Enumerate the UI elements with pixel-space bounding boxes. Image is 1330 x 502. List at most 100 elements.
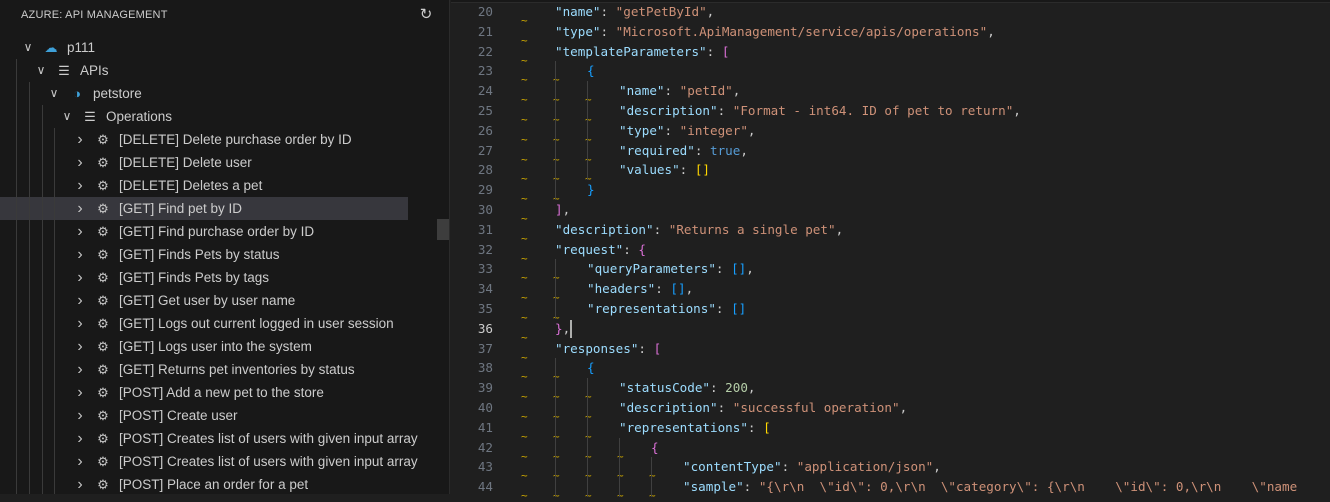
code-token: "type" — [555, 23, 601, 39]
chevron-right-icon[interactable]: › — [73, 473, 87, 494]
code-token: , — [747, 380, 756, 396]
code-token: "responses" — [555, 340, 639, 356]
code-line[interactable]: "contentType": "application/json", — [683, 457, 941, 477]
chevron-down-icon[interactable]: ∨ — [47, 82, 61, 105]
whitespace-warning-squiggle: ~ — [521, 390, 528, 404]
tree-item[interactable]: ∨ ☁ p111 — [0, 36, 408, 59]
code-token: [] — [731, 261, 747, 277]
tree-item[interactable]: › ⚙ [GET] Find pet by ID — [0, 197, 408, 220]
chevron-right-icon[interactable]: › — [73, 243, 87, 266]
code-line[interactable]: "type": "integer", — [619, 121, 756, 141]
code-line[interactable]: "responses": [ — [555, 339, 661, 359]
line-number: 42 — [477, 439, 493, 455]
gears-icon: ⚙ — [97, 247, 109, 262]
chevron-right-icon[interactable]: › — [73, 358, 87, 381]
whitespace-warning-squiggle: ~ — [585, 390, 592, 404]
whitespace-warning-squiggle: ~ — [521, 53, 528, 67]
line-number: 35 — [477, 301, 493, 316]
gears-icon: ⚙ — [97, 201, 109, 216]
sidebar-scrollbar-thumb[interactable] — [437, 219, 449, 240]
whitespace-warning-squiggle: ~ — [585, 93, 592, 107]
code-token: , — [899, 400, 908, 415]
code-token: "headers" — [587, 281, 656, 297]
code-line[interactable]: "type": "Microsoft.ApiManagement/service… — [555, 22, 995, 42]
cloud-service-icon: ☁ — [44, 40, 58, 55]
tree-item[interactable]: › ⚙ [GET] Returns pet inventories by statu… — [0, 358, 408, 381]
chevron-right-icon[interactable]: › — [73, 289, 87, 312]
tree-item[interactable]: › ⚙ [POST] Create user — [0, 404, 408, 427]
chevron-right-icon[interactable]: › — [73, 266, 87, 289]
tree-item[interactable]: › ⚙ [POST] Creates list of users with give… — [0, 450, 417, 473]
whitespace-warning-squiggle: ~ — [585, 449, 592, 463]
code-line[interactable]: "queryParameters": [], — [587, 259, 754, 279]
whitespace-warning-squiggle: ~ — [649, 489, 656, 502]
chevron-right-icon[interactable]: › — [73, 312, 87, 335]
code-line[interactable]: "description": "Format - int64. ID of pe… — [619, 101, 1021, 121]
chevron-down-icon[interactable]: ∨ — [34, 59, 48, 82]
code-line[interactable]: "representations": [] — [587, 299, 746, 319]
code-editor[interactable]: 20 ~ "name": "getPetById", 21 ~ "type": "Micr… — [451, 0, 1330, 501]
code-line[interactable]: { — [651, 438, 659, 458]
tree-item[interactable]: › ⚙ [DELETE] Deletes a pet — [0, 174, 408, 197]
code-line[interactable]: { — [587, 61, 595, 81]
chevron-right-icon[interactable]: › — [73, 151, 87, 174]
tree-item[interactable]: › ⚙ [GET] Finds Pets by status — [0, 243, 408, 266]
chevron-right-icon[interactable]: › — [73, 335, 87, 358]
tree-item[interactable]: › ⚙ [GET] Get user by user name — [0, 289, 408, 312]
code-line[interactable]: "request": { — [555, 240, 646, 260]
chevron-right-icon[interactable]: › — [73, 220, 87, 243]
code-token: [] — [670, 281, 686, 297]
code-line[interactable]: "required": true, — [619, 141, 748, 161]
code-token: [] — [731, 301, 747, 316]
whitespace-warning-squiggle: ~ — [585, 489, 592, 502]
whitespace-warning-squiggle: ~ — [553, 152, 560, 166]
tree-item[interactable]: › ⚙ [GET] Finds Pets by tags — [0, 266, 408, 289]
chevron-right-icon[interactable]: › — [73, 427, 87, 450]
refresh-icon[interactable]: ↻ — [418, 7, 434, 23]
chevron-right-icon[interactable]: › — [73, 128, 87, 151]
chevron-down-icon[interactable]: ∨ — [60, 105, 74, 128]
code-token: "application/json" — [796, 459, 934, 475]
code-line[interactable]: "description": "Returns a single pet", — [555, 220, 843, 240]
indent-guide — [587, 140, 588, 161]
code-line[interactable]: { — [587, 358, 595, 378]
code-line[interactable]: "values": [] — [619, 160, 710, 180]
code-line[interactable]: "templateParameters": [ — [555, 42, 729, 62]
tree-item[interactable]: › ⚙ [POST] Creates list of users with give… — [0, 427, 417, 450]
tree-item[interactable]: › ⚙ [GET] Logs out current logged in user … — [0, 312, 408, 335]
tree-item[interactable]: › ⚙ [GET] Logs user into the system — [0, 335, 408, 358]
code-line[interactable]: } — [587, 180, 595, 200]
chevron-down-icon[interactable]: ∨ — [21, 36, 35, 59]
code-line[interactable]: "name": "getPetById", — [555, 2, 714, 22]
chevron-right-icon[interactable]: › — [73, 381, 87, 404]
tree-item[interactable]: › ⚙ [DELETE] Delete user — [0, 151, 408, 174]
code-line[interactable]: }, — [555, 319, 570, 339]
code-line[interactable]: "sample": "{\r\n \"id\": 0,\r\n \"catego… — [683, 477, 1297, 497]
tree-item[interactable]: › ⚙ [POST] Add a new pet to the store — [0, 381, 408, 404]
chevron-right-icon[interactable]: › — [73, 450, 87, 473]
code-line[interactable]: "description": "successful operation", — [619, 398, 907, 418]
line-number: 34 — [477, 281, 493, 297]
text-cursor — [570, 319, 572, 338]
code-line[interactable]: "name": "petId", — [619, 81, 740, 101]
code-line[interactable]: "headers": [], — [587, 279, 693, 299]
tree-item[interactable]: ∨ ☰ Operations — [0, 105, 408, 128]
tree-item-label: petstore — [93, 86, 142, 101]
tree-item[interactable]: › ⚙ [GET] Find purchase order by ID — [0, 220, 408, 243]
tree-item[interactable]: ∨ ☰ APIs — [0, 59, 408, 82]
tree-item[interactable]: › ⚙ [POST] Place an order for a pet — [0, 473, 408, 494]
code-line[interactable]: "representations": [ — [619, 418, 771, 438]
api-icon: ◑ — [73, 86, 81, 101]
code-line[interactable]: ], — [555, 200, 570, 220]
tree-item-label: [GET] Logs out current logged in user se… — [119, 316, 394, 331]
chevron-right-icon[interactable]: › — [73, 197, 87, 220]
tree-item[interactable]: › ⚙ [DELETE] Delete purchase order by ID — [0, 128, 408, 151]
chevron-right-icon[interactable]: › — [73, 404, 87, 427]
code-line[interactable]: "statusCode": 200, — [619, 378, 756, 398]
tree-item-label: [GET] Finds Pets by tags — [119, 270, 270, 285]
tree-item-label: [GET] Finds Pets by status — [119, 247, 280, 262]
tree-item[interactable]: ∨ ◑ petstore — [0, 82, 408, 105]
chevron-right-icon[interactable]: › — [73, 174, 87, 197]
whitespace-warning-squiggle: ~ — [521, 271, 528, 285]
code-token: "representations" — [587, 301, 716, 316]
